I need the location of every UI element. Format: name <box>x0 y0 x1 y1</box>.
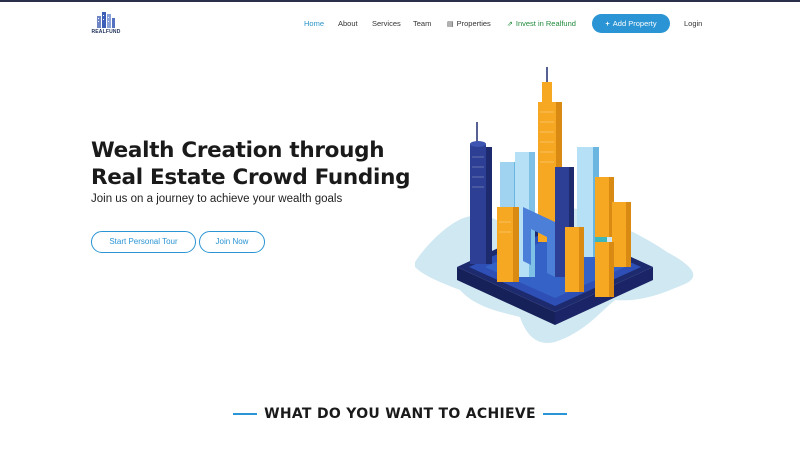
heading-line-left <box>233 412 258 415</box>
nav-team[interactable]: Team <box>413 19 431 28</box>
nav-login[interactable]: Login <box>684 19 702 28</box>
nav-about[interactable]: About <box>338 19 358 28</box>
section-heading-text: WHAT DO YOU WANT TO ACHIEVE <box>264 405 536 422</box>
nav-properties-label: Properties <box>456 19 491 28</box>
add-property-button[interactable]: + Add Property <box>592 14 670 33</box>
hero-title-line2: Real Estate Crowd Funding <box>91 165 411 190</box>
brand-name: REALFUND <box>91 29 121 35</box>
chart-up-icon: ⇗ <box>507 21 513 28</box>
start-tour-button[interactable]: Start Personal Tour <box>91 231 196 253</box>
nav-home[interactable]: Home <box>304 19 324 28</box>
add-property-label: Add Property <box>612 19 657 28</box>
heading-line-right <box>542 412 567 415</box>
isometric-city-icon <box>415 67 694 343</box>
nav-invest[interactable]: ⇗ Invest in Realfund <box>507 19 576 28</box>
nav-invest-label: Invest in Realfund <box>515 19 576 28</box>
nav-services[interactable]: Services <box>372 19 401 28</box>
plus-icon: + <box>605 19 610 28</box>
brand-logo[interactable]: REALFUND <box>90 10 122 40</box>
join-now-button[interactable]: Join Now <box>199 231 265 253</box>
navbar: REALFUND Home About Services Team ▤ Prope… <box>0 2 800 44</box>
building-icon: ▤ <box>447 21 454 28</box>
hero-subtitle: Join us on a journey to achieve your wea… <box>91 193 343 205</box>
section-heading: WHAT DO YOU WANT TO ACHIEVE <box>0 405 800 423</box>
city-illustration <box>405 62 705 352</box>
hero-title: Wealth Creation through Real Estate Crow… <box>91 137 411 191</box>
nav-properties[interactable]: ▤ Properties <box>447 19 491 28</box>
logo-buildings-icon <box>97 12 115 28</box>
hero-title-line1: Wealth Creation through <box>91 138 385 163</box>
